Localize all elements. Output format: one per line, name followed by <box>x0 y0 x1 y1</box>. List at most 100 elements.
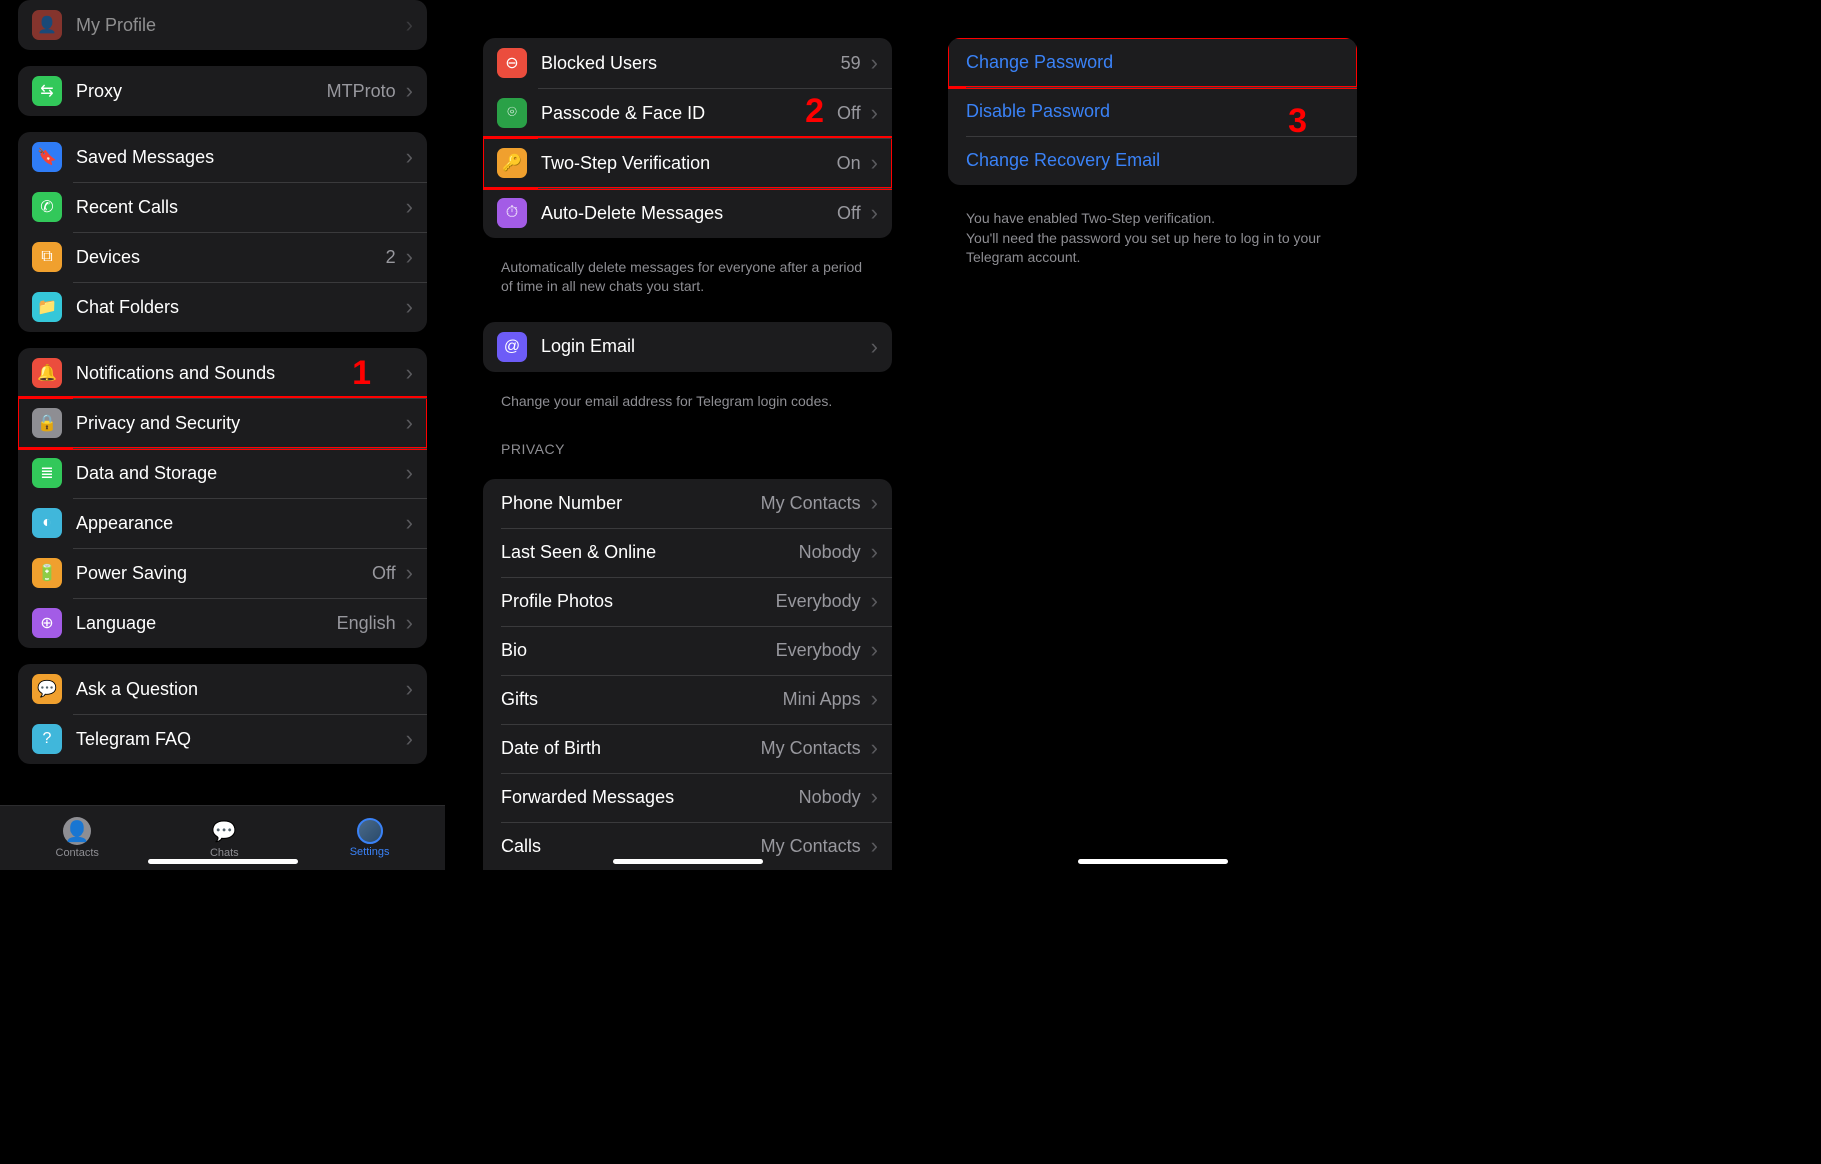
proxy-icon: ⇆ <box>32 76 62 106</box>
storage-icon: ≣ <box>32 458 62 488</box>
row-date-of-birth[interactable]: Date of Birth My Contacts › <box>483 724 892 773</box>
chevron-right-icon: › <box>406 294 413 320</box>
chevron-right-icon: › <box>406 78 413 104</box>
row-auto-delete[interactable]: ⏱ Auto-Delete Messages Off › <box>483 188 892 238</box>
row-label: Forwarded Messages <box>501 787 799 808</box>
row-value: 59 <box>841 53 861 74</box>
row-passcode-faceid[interactable]: ⌾ Passcode & Face ID Off › <box>483 88 892 138</box>
chevron-right-icon: › <box>406 610 413 636</box>
phone-icon: ✆ <box>32 192 62 222</box>
profile-icon: 👤 <box>32 10 62 40</box>
row-label: Proxy <box>76 81 327 102</box>
help-icon: ? <box>32 724 62 754</box>
tab-settings[interactable]: Settings <box>350 818 390 858</box>
row-privacy-security[interactable]: 🔒 Privacy and Security › <box>18 398 427 448</box>
row-value: Mini Apps <box>783 689 861 710</box>
chevron-right-icon: › <box>406 244 413 270</box>
globe-icon: ⊕ <box>32 608 62 638</box>
chevron-right-icon: › <box>406 194 413 220</box>
chevron-right-icon: › <box>406 726 413 752</box>
folder-icon: 📁 <box>32 292 62 322</box>
chevron-right-icon: › <box>871 100 878 126</box>
row-label: Chat Folders <box>76 297 400 318</box>
row-appearance[interactable]: ◐ Appearance › <box>18 498 427 548</box>
tab-contacts[interactable]: 👤 Contacts <box>56 817 99 859</box>
row-label: Saved Messages <box>76 147 400 168</box>
bell-icon: 🔔 <box>32 358 62 388</box>
settings-screen: 👤 My Profile › ⇆ Proxy MTProto › 🔖 Saved… <box>0 0 445 870</box>
row-label: Profile Photos <box>501 591 776 612</box>
row-label: Bio <box>501 640 776 661</box>
row-phone-number[interactable]: Phone Number My Contacts › <box>483 479 892 528</box>
row-login-email[interactable]: @ Login Email › <box>483 322 892 372</box>
two-step-verification-screen: 3 Change Password Disable Password Chang… <box>930 0 1375 870</box>
chevron-right-icon: › <box>871 735 878 761</box>
key-icon: 🔑 <box>497 148 527 178</box>
chevron-right-icon: › <box>871 588 878 614</box>
row-profile-photos[interactable]: Profile Photos Everybody › <box>483 577 892 626</box>
row-devices[interactable]: ⧉ Devices 2 › <box>18 232 427 282</box>
chevron-right-icon: › <box>871 334 878 360</box>
chevron-right-icon: › <box>871 686 878 712</box>
row-telegram-faq[interactable]: ? Telegram FAQ › <box>18 714 427 764</box>
row-recent-calls[interactable]: ✆ Recent Calls › <box>18 182 427 232</box>
row-value: Off <box>837 203 861 224</box>
row-label: Ask a Question <box>76 679 400 700</box>
row-value: Everybody <box>776 591 861 612</box>
row-bio[interactable]: Bio Everybody › <box>483 626 892 675</box>
row-label: Gifts <box>501 689 783 710</box>
row-label: Two-Step Verification <box>541 153 837 174</box>
row-label: Recent Calls <box>76 197 400 218</box>
row-label: Change Recovery Email <box>966 150 1343 171</box>
battery-icon: 🔋 <box>32 558 62 588</box>
row-label: Power Saving <box>76 563 372 584</box>
chevron-right-icon: › <box>871 833 878 859</box>
tab-chats[interactable]: 💬 Chats <box>210 817 239 859</box>
row-value: My Contacts <box>761 836 861 857</box>
chevron-right-icon: › <box>871 637 878 663</box>
home-indicator[interactable] <box>148 859 298 864</box>
row-disable-password[interactable]: Disable Password <box>948 87 1357 136</box>
home-indicator[interactable] <box>1078 859 1228 864</box>
row-notifications[interactable]: 🔔 Notifications and Sounds › <box>18 348 427 398</box>
footer-line1: You have enabled Two-Step verification. <box>966 209 1339 229</box>
devices-icon: ⧉ <box>32 242 62 272</box>
row-value: My Contacts <box>761 493 861 514</box>
row-label: Date of Birth <box>501 738 761 759</box>
row-label: Disable Password <box>966 101 1343 122</box>
row-power-saving[interactable]: 🔋 Power Saving Off › <box>18 548 427 598</box>
row-gifts[interactable]: Gifts Mini Apps › <box>483 675 892 724</box>
row-saved-messages[interactable]: 🔖 Saved Messages › <box>18 132 427 182</box>
contacts-icon: 👤 <box>63 817 91 845</box>
lock-icon: 🔒 <box>32 408 62 438</box>
home-indicator[interactable] <box>613 859 763 864</box>
chevron-right-icon: › <box>406 410 413 436</box>
row-ask-question[interactable]: 💬 Ask a Question › <box>18 664 427 714</box>
row-my-profile[interactable]: 👤 My Profile › <box>18 0 427 50</box>
row-value: My Contacts <box>761 738 861 759</box>
row-value: Everybody <box>776 640 861 661</box>
row-label: Login Email <box>541 336 865 357</box>
row-value: 2 <box>386 247 396 268</box>
chevron-right-icon: › <box>871 490 878 516</box>
chevron-right-icon: › <box>871 539 878 565</box>
row-language[interactable]: ⊕ Language English › <box>18 598 427 648</box>
row-blocked-users[interactable]: ⊖ Blocked Users 59 › <box>483 38 892 88</box>
login-email-footer: Change your email address for Telegram l… <box>483 388 892 421</box>
row-change-recovery-email[interactable]: Change Recovery Email <box>948 136 1357 185</box>
row-last-seen[interactable]: Last Seen & Online Nobody › <box>483 528 892 577</box>
row-change-password[interactable]: Change Password <box>948 38 1357 87</box>
privacy-security-screen: 2 ⊖ Blocked Users 59 › ⌾ Passcode & Face… <box>465 0 910 870</box>
row-value: Off <box>837 103 861 124</box>
row-data-storage[interactable]: ≣ Data and Storage › <box>18 448 427 498</box>
row-value: Nobody <box>799 542 861 563</box>
row-chat-folders[interactable]: 📁 Chat Folders › <box>18 282 427 332</box>
row-proxy[interactable]: ⇆ Proxy MTProto › <box>18 66 427 116</box>
chats-icon: 💬 <box>210 817 238 845</box>
row-two-step-verification[interactable]: 🔑 Two-Step Verification On › <box>483 138 892 188</box>
row-label: Phone Number <box>501 493 761 514</box>
row-forwarded-messages[interactable]: Forwarded Messages Nobody › <box>483 773 892 822</box>
row-label: Passcode & Face ID <box>541 103 837 124</box>
chevron-right-icon: › <box>871 784 878 810</box>
avatar-icon <box>357 818 383 844</box>
